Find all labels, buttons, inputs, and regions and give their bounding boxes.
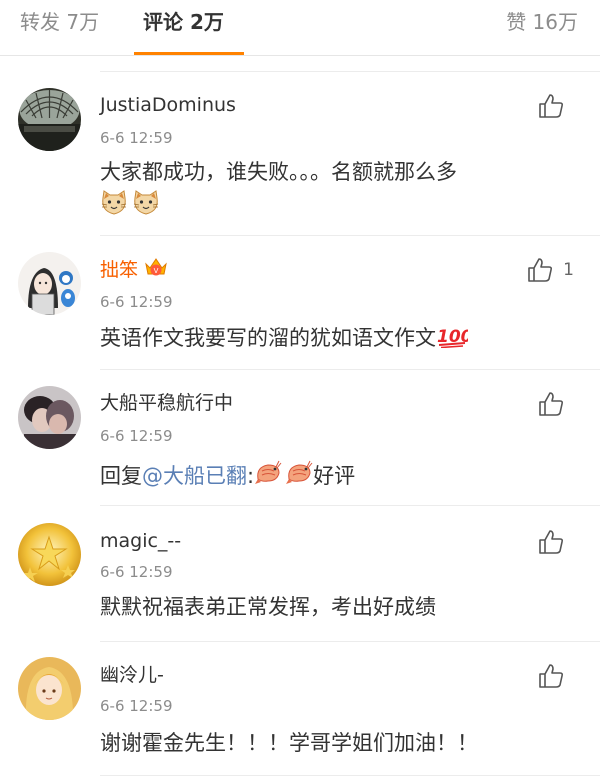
thumbs-up-icon <box>539 530 564 554</box>
thumbs-up-icon <box>539 664 564 688</box>
comment-time: 6-6 12:59 <box>100 293 173 311</box>
anime-character-avatar-icon <box>18 657 81 720</box>
comment-text: 默默祝福表弟正常发挥，考出好成绩 <box>100 592 436 622</box>
shrimp-emoji <box>254 459 282 495</box>
tab-reposts[interactable]: 转发 7万 <box>20 8 99 36</box>
like-button[interactable]: 1 <box>527 256 574 284</box>
golden-stars-avatar-icon <box>18 523 81 586</box>
cat-emoji <box>132 189 160 225</box>
shrimp-emoji <box>285 459 313 495</box>
thumbs-up-icon <box>528 258 553 282</box>
comment-item: 幽泠儿- 6-6 12:59 谢谢霍金先生！！！学哥学姐们加油！！ <box>0 642 600 780</box>
tab-comments[interactable]: 评论 2万 <box>143 8 224 36</box>
comment-username[interactable]: JustiaDominus <box>100 92 236 118</box>
reply-prefix: 回复 <box>100 464 142 488</box>
like-button[interactable] <box>538 662 574 690</box>
hundred-points-emoji: 100 <box>436 322 473 356</box>
avatar[interactable] <box>18 386 81 449</box>
avatar[interactable] <box>18 657 81 720</box>
comment-text-body: 大家都成功，谁失败。。。名额就那么多 <box>100 160 457 184</box>
comment-text-body: 默默祝福表弟正常发挥，考出好成绩 <box>100 595 436 619</box>
comment-username[interactable]: 大船平稳航行中 <box>100 390 233 416</box>
comment-time: 6-6 12:59 <box>100 563 173 581</box>
cat-emoji <box>100 189 128 225</box>
reply-colon: : <box>247 464 255 488</box>
comment-username[interactable]: 拙笨 V <box>100 256 168 285</box>
comment-tabs: 转发 7万 评论 2万 赞 16万 <box>0 0 600 56</box>
comment-item: magic_-- 6-6 12:59 默默祝福表弟正常发挥，考出好成绩 <box>0 506 600 642</box>
comment-time: 6-6 12:59 <box>100 427 173 445</box>
thumbs-up-icon <box>539 94 564 118</box>
like-button[interactable] <box>538 528 574 556</box>
like-button[interactable] <box>538 390 574 418</box>
comment-time: 6-6 12:59 <box>100 697 173 715</box>
tab-likes[interactable]: 赞 16万 <box>506 8 578 36</box>
avatar[interactable] <box>18 523 81 586</box>
illustrated-girl-avatar-icon <box>18 252 81 315</box>
mention-link[interactable]: @大船已翻 <box>142 464 247 488</box>
comment-text-body: 谢谢霍金先生！！！学哥学姐们加油！！ <box>100 731 478 755</box>
comment-emoji-row <box>100 189 160 225</box>
comment-text: 回复@大船已翻: 好评 <box>100 459 355 495</box>
like-button[interactable] <box>538 92 574 120</box>
comment-item: 大船平稳航行中 6-6 12:59 回复@大船已翻: 好评 <box>0 370 600 506</box>
dome-photo-icon <box>18 88 81 151</box>
comment-text: 谢谢霍金先生！！！学哥学姐们加油！！ <box>100 728 478 758</box>
avatar[interactable] <box>18 88 81 151</box>
comment-text: 英语作文我要写的溜的犹如语文作文 100 <box>100 322 473 356</box>
active-tab-indicator <box>134 52 244 55</box>
comment-text: 大家都成功，谁失败。。。名额就那么多 <box>100 157 457 187</box>
like-count: 1 <box>563 260 574 280</box>
comment-username[interactable]: magic_-- <box>100 528 181 554</box>
comment-username[interactable]: 幽泠儿- <box>100 662 164 688</box>
couple-photo-avatar-icon <box>18 386 81 449</box>
comment-time: 6-6 12:59 <box>100 129 173 147</box>
comment-divider <box>100 775 600 776</box>
vip-crown-badge-icon: V <box>144 256 168 285</box>
avatar[interactable] <box>18 252 81 315</box>
comment-text-body: 英语作文我要写的溜的犹如语文作文 <box>100 326 436 350</box>
svg-text:V: V <box>154 267 159 275</box>
comment-item: JustiaDominus 6-6 12:59 大家都成功，谁失败。。。名额就那… <box>0 72 600 236</box>
comment-username-text: 拙笨 <box>100 259 139 281</box>
reply-suffix: 好评 <box>313 464 356 488</box>
thumbs-up-icon <box>539 392 564 416</box>
comment-item: 拙笨 V 6-6 12:59 英语作文我要写的溜的犹如语文作文 100 1 <box>0 236 600 370</box>
